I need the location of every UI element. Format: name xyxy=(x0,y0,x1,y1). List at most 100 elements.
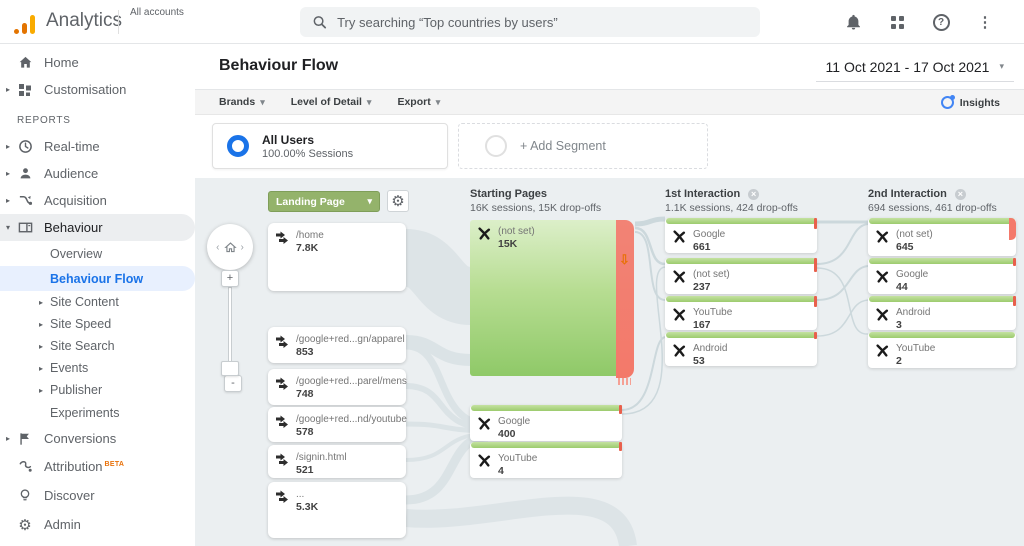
users-flow-icon xyxy=(478,454,491,467)
chevron-right-icon[interactable] xyxy=(241,242,244,253)
clock-icon xyxy=(17,139,33,155)
sidebar-item-conversions[interactable]: Conversions xyxy=(0,425,195,452)
sidebar-item-customisation[interactable]: Customisation xyxy=(0,76,195,103)
users-flow-icon xyxy=(876,344,889,357)
more-vert-icon[interactable] xyxy=(974,11,996,33)
zoom-out-button[interactable] xyxy=(224,375,242,392)
apps-grid-icon[interactable] xyxy=(886,11,908,33)
sidebar-item-overview[interactable]: Overview xyxy=(0,241,195,266)
users-flow-icon xyxy=(478,227,491,240)
drop-off-tip xyxy=(814,296,817,307)
sidebar-item-experiments[interactable]: Experiments xyxy=(0,401,195,425)
drop-off-tip xyxy=(814,218,817,229)
drop-off-tip xyxy=(1013,258,1016,266)
gear-icon xyxy=(17,517,33,533)
segment-name: All Users xyxy=(262,132,315,147)
brand-title[interactable]: Analytics xyxy=(46,8,122,34)
sidebar-item-admin[interactable]: Admin xyxy=(0,510,195,539)
flow-node-first-notset[interactable]: (not set) 237 xyxy=(665,258,817,294)
analytics-logo-icon[interactable] xyxy=(14,14,36,34)
drop-off-tip xyxy=(619,405,622,414)
remove-column-icon[interactable] xyxy=(748,188,760,200)
acquisition-icon xyxy=(17,193,33,209)
remove-column-icon[interactable] xyxy=(954,188,966,200)
brands-dropdown[interactable]: Brands xyxy=(219,96,265,108)
traffic-bar xyxy=(869,218,1015,224)
help-icon[interactable] xyxy=(930,11,952,33)
sidebar-item-realtime[interactable]: Real-time xyxy=(0,133,195,160)
sidebar-item-site-speed[interactable]: Site Speed xyxy=(0,313,195,335)
behaviour-flow-canvas[interactable]: Landing Page Starting Pages 16K sessions… xyxy=(195,178,1024,546)
users-flow-icon xyxy=(478,417,491,430)
flow-node-second-google[interactable]: Google 44 xyxy=(868,258,1016,294)
zoom-in-button[interactable] xyxy=(221,270,239,287)
flow-node-first-google[interactable]: Google 661 xyxy=(665,218,817,253)
drop-off-bar[interactable] xyxy=(616,220,634,385)
date-range-text: 11 Oct 2021 - 17 Oct 2021 xyxy=(825,58,990,75)
flow-settings-button[interactable] xyxy=(387,190,409,212)
gear-icon xyxy=(391,192,404,211)
flow-node-starting-notset[interactable]: (not set) 15K xyxy=(470,220,617,376)
sidebar-item-acquisition[interactable]: Acquisition xyxy=(0,187,195,214)
home-icon[interactable] xyxy=(223,241,237,254)
sidebar-item-events[interactable]: Events xyxy=(0,357,195,379)
flow-node-landing-home[interactable]: /home 7.8K xyxy=(268,223,406,291)
dimension-selector-dropdown[interactable]: Landing Page xyxy=(268,191,380,212)
flow-node-landing-signin[interactable]: /signin.html 521 xyxy=(268,445,406,478)
chevron-left-icon[interactable] xyxy=(216,242,219,253)
sidebar-item-site-content[interactable]: Site Content xyxy=(0,291,195,313)
zoom-slider-handle[interactable] xyxy=(221,361,239,376)
all-accounts-label[interactable]: All accounts xyxy=(130,7,184,18)
attribution-icon xyxy=(17,459,33,475)
expand-arrow-icon xyxy=(39,298,43,307)
report-toolbar: Brands Level of Detail Export Insights xyxy=(195,90,1024,115)
sidebar-item-discover[interactable]: Discover xyxy=(0,481,195,510)
add-segment-button[interactable]: + Add Segment xyxy=(458,123,708,169)
sidebar-item-audience[interactable]: Audience xyxy=(0,160,195,187)
flow-node-starting-google[interactable]: Google 400 xyxy=(470,405,622,441)
expand-arrow-icon xyxy=(39,364,43,373)
page-title: Behaviour Flow xyxy=(219,57,339,74)
behaviour-icon xyxy=(17,220,33,236)
export-dropdown[interactable]: Export xyxy=(397,96,440,108)
expand-arrow-icon xyxy=(6,196,16,205)
sidebar-item-behaviour-flow[interactable]: Behaviour Flow xyxy=(0,266,195,291)
level-of-detail-dropdown[interactable]: Level of Detail xyxy=(291,96,372,108)
flow-node-landing-youtube[interactable]: /google+red...nd/youtube 578 xyxy=(268,407,407,442)
pages-flow-icon xyxy=(276,415,288,428)
flow-pan-home-control[interactable] xyxy=(207,224,253,270)
customisation-icon xyxy=(17,82,33,98)
search-input[interactable] xyxy=(337,14,748,30)
sidebar-item-attribution[interactable]: Attribution BETA xyxy=(0,452,195,481)
person-icon xyxy=(17,166,33,182)
flow-node-first-youtube[interactable]: YouTube 167 xyxy=(665,296,817,331)
pages-flow-icon xyxy=(276,453,288,466)
insights-button[interactable]: Insights xyxy=(933,93,1008,112)
users-flow-icon xyxy=(673,308,686,321)
flow-node-second-notset[interactable]: (not set) 645 xyxy=(868,218,1016,256)
expand-arrow-icon xyxy=(6,434,16,443)
date-range-selector[interactable]: 11 Oct 2021 - 17 Oct 2021 xyxy=(815,52,1014,82)
segment-all-users[interactable]: All Users 100.00% Sessions xyxy=(212,123,448,169)
search-icon xyxy=(313,16,327,29)
flow-node-landing-other[interactable]: ... 5.3K xyxy=(268,482,406,538)
column-header-starting-pages: Starting Pages 16K sessions, 15K drop-of… xyxy=(470,188,602,214)
sidebar-nav: Home Customisation REPORTS Real-time Aud… xyxy=(0,44,195,546)
sidebar-item-publisher[interactable]: Publisher xyxy=(0,379,195,401)
top-app-bar: Analytics All accounts xyxy=(0,0,1024,44)
sidebar-item-behaviour[interactable]: Behaviour xyxy=(0,214,195,241)
flow-node-starting-youtube[interactable]: YouTube 4 xyxy=(470,442,622,478)
users-flow-icon xyxy=(876,270,889,283)
users-flow-icon xyxy=(876,308,889,321)
flow-node-second-youtube[interactable]: YouTube 2 xyxy=(868,332,1016,368)
flow-node-second-android[interactable]: Android 3 xyxy=(868,296,1016,331)
sidebar-item-home[interactable]: Home xyxy=(0,49,195,76)
search-bar[interactable] xyxy=(300,7,760,37)
flow-node-first-android[interactable]: Android 53 xyxy=(665,332,817,367)
traffic-bar xyxy=(666,332,816,338)
sidebar-item-site-search[interactable]: Site Search xyxy=(0,335,195,357)
flow-node-landing-mens[interactable]: /google+red...parel/mens 748 xyxy=(268,369,407,405)
notifications-bell-icon[interactable] xyxy=(842,11,864,33)
pages-flow-icon xyxy=(276,377,288,390)
flow-node-landing-apparel[interactable]: /google+red...gn/apparel 853 xyxy=(268,327,406,363)
